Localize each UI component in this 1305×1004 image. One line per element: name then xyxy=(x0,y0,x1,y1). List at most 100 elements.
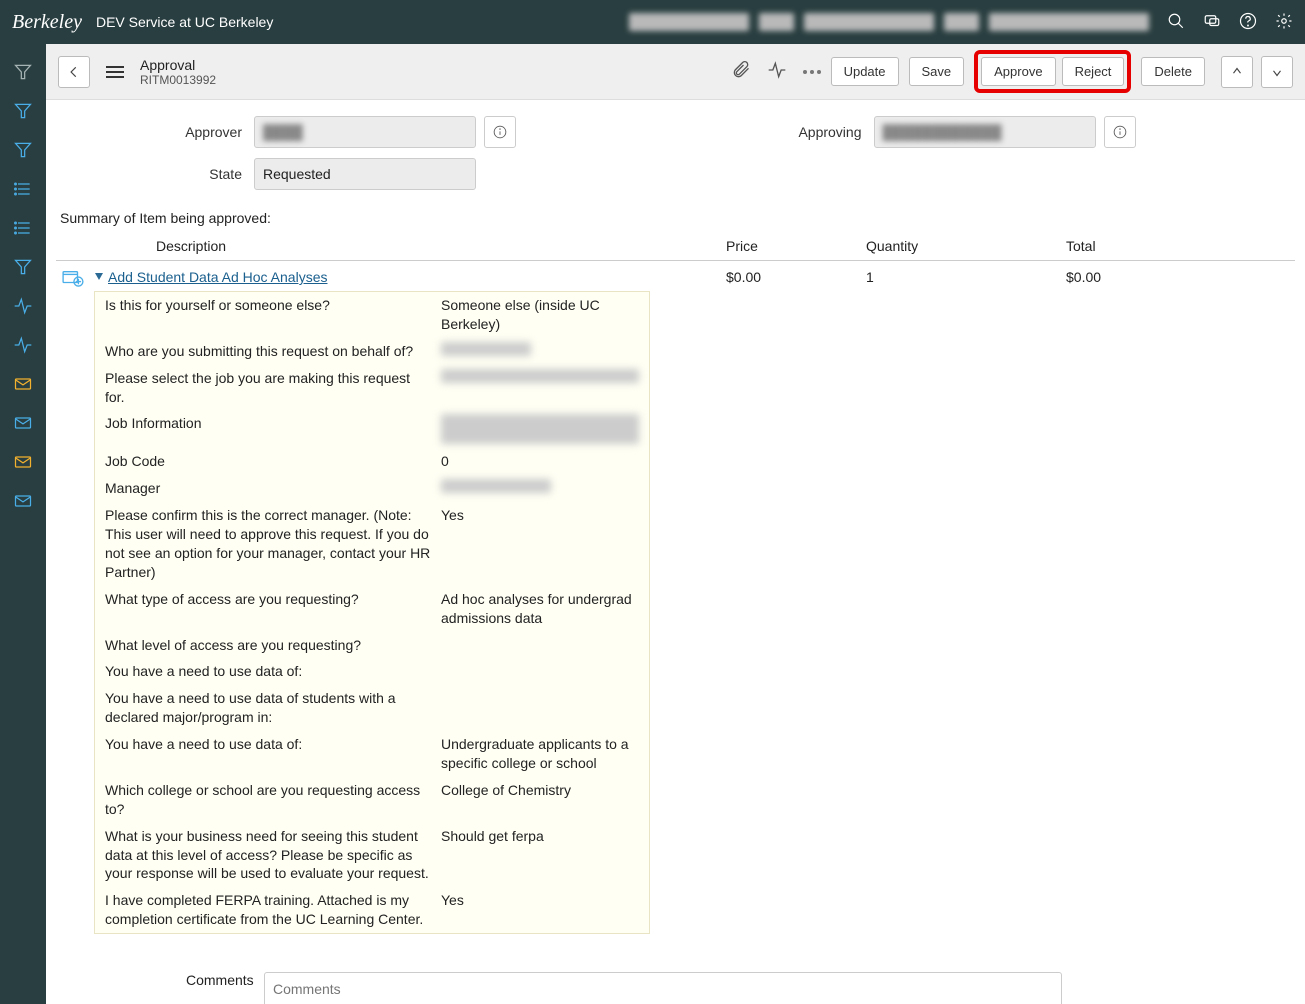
reject-button[interactable]: Reject xyxy=(1062,57,1125,86)
detail-answer xyxy=(441,662,639,681)
top-bar: Berkeley DEV Service at UC Berkeley xyxy=(0,0,1305,44)
page-title: Approval xyxy=(140,57,216,73)
detail-answer: College of Chemistry xyxy=(441,781,639,819)
detail-row: Which college or school are you requesti… xyxy=(95,777,649,823)
detail-answer xyxy=(441,689,639,727)
filter-icon-2[interactable] xyxy=(13,101,33,124)
user-info-redacted xyxy=(629,13,1149,31)
detail-row: I have completed FERPA training. Attache… xyxy=(95,887,649,933)
detail-answer xyxy=(441,369,639,407)
filter-icon-4[interactable] xyxy=(13,257,33,280)
page-header: Approval RITM0013992 Update Save Approve… xyxy=(46,44,1305,100)
row-total: $0.00 xyxy=(1066,269,1295,954)
filter-icon[interactable] xyxy=(13,62,33,85)
col-total: Total xyxy=(1066,238,1295,254)
col-price: Price xyxy=(726,238,866,254)
detail-question: You have a need to use data of: xyxy=(105,735,441,773)
detail-question: Job Code xyxy=(105,452,441,471)
detail-question: You have a need to use data of: xyxy=(105,662,441,681)
approving-info-icon[interactable] xyxy=(1104,116,1136,148)
comments-label: Comments xyxy=(66,972,264,1004)
list-icon[interactable] xyxy=(13,179,33,202)
detail-row: You have a need to use data of: xyxy=(95,658,649,685)
state-label: State xyxy=(56,166,254,182)
row-qty: 1 xyxy=(866,269,1066,954)
detail-answer xyxy=(441,414,639,444)
list-icon-2[interactable] xyxy=(13,218,33,241)
attachment-icon[interactable] xyxy=(731,60,751,83)
detail-answer: Someone else (inside UC Berkeley) xyxy=(441,296,639,334)
detail-row: What level of access are you requesting? xyxy=(95,632,649,659)
detail-row: You have a need to use data of:Undergrad… xyxy=(95,731,649,777)
detail-question: Manager xyxy=(105,479,441,498)
mail-icon-4[interactable] xyxy=(13,491,33,514)
search-icon[interactable] xyxy=(1167,12,1185,33)
approve-button[interactable]: Approve xyxy=(981,57,1055,86)
col-quantity: Quantity xyxy=(866,238,1066,254)
detail-answer: Should get ferpa xyxy=(441,827,639,884)
prev-record-button[interactable] xyxy=(1221,56,1253,88)
service-title: DEV Service at UC Berkeley xyxy=(96,14,273,30)
save-button[interactable]: Save xyxy=(909,57,965,86)
detail-row: What type of access are you requesting?A… xyxy=(95,586,649,632)
logo: Berkeley xyxy=(12,11,82,34)
detail-question: Who are you submitting this request on b… xyxy=(105,342,441,361)
chat-icon[interactable] xyxy=(1203,12,1221,33)
item-link[interactable]: Add Student Data Ad Hoc Analyses xyxy=(108,269,327,285)
detail-row: What is your business need for seeing th… xyxy=(95,823,649,888)
detail-row: Job Information xyxy=(95,410,649,448)
table-row: Add Student Data Ad Hoc Analyses Is this… xyxy=(56,261,1295,954)
detail-row: Please select the job you are making thi… xyxy=(95,365,649,411)
detail-question: Please select the job you are making thi… xyxy=(105,369,441,407)
activity-icon[interactable] xyxy=(13,296,33,319)
detail-question: I have completed FERPA training. Attache… xyxy=(105,891,441,929)
detail-row: Please confirm this is the correct manag… xyxy=(95,502,649,586)
detail-row: Is this for yourself or someone else?Som… xyxy=(95,292,649,338)
detail-row: Manager xyxy=(95,475,649,502)
expand-toggle-icon[interactable] xyxy=(94,269,104,285)
left-sidebar xyxy=(0,44,46,1004)
next-record-button[interactable] xyxy=(1261,56,1293,88)
detail-answer: 0 xyxy=(441,452,639,471)
detail-row: Job Code0 xyxy=(95,448,649,475)
update-button[interactable]: Update xyxy=(831,57,899,86)
main-content: Approval RITM0013992 Update Save Approve… xyxy=(46,44,1305,1004)
comments-input[interactable] xyxy=(264,972,1062,1004)
detail-question: Is this for yourself or someone else? xyxy=(105,296,441,334)
col-description: Description xyxy=(56,238,726,254)
detail-answer xyxy=(441,479,639,498)
help-icon[interactable] xyxy=(1239,12,1257,33)
mail-icon-3[interactable] xyxy=(13,452,33,475)
menu-icon[interactable] xyxy=(100,60,130,84)
mail-icon-2[interactable] xyxy=(13,413,33,436)
detail-answer: Ad hoc analyses for undergrad admissions… xyxy=(441,590,639,628)
detail-question: What level of access are you requesting? xyxy=(105,636,441,655)
detail-question: Which college or school are you requesti… xyxy=(105,781,441,819)
state-field[interactable]: Requested xyxy=(254,158,476,190)
detail-question: What type of access are you requesting? xyxy=(105,590,441,628)
row-price: $0.00 xyxy=(726,269,866,954)
detail-row: You have a need to use data of students … xyxy=(95,685,649,731)
detail-answer: Undergraduate applicants to a specific c… xyxy=(441,735,639,773)
detail-answer xyxy=(441,636,639,655)
approver-field[interactable]: ████ xyxy=(254,116,476,148)
mail-icon[interactable] xyxy=(13,374,33,397)
delete-button[interactable]: Delete xyxy=(1141,57,1205,86)
filter-icon-3[interactable] xyxy=(13,140,33,163)
activity-icon-2[interactable] xyxy=(13,335,33,358)
detail-question: What is your business need for seeing th… xyxy=(105,827,441,884)
detail-question: Please confirm this is the correct manag… xyxy=(105,506,441,582)
approver-info-icon[interactable] xyxy=(484,116,516,148)
approving-label: Approving xyxy=(676,124,874,140)
detail-answer: Yes xyxy=(441,891,639,929)
approver-label: Approver xyxy=(56,124,254,140)
back-button[interactable] xyxy=(58,56,90,88)
detail-answer: Yes xyxy=(441,506,639,582)
more-actions-icon[interactable] xyxy=(803,70,821,74)
approving-field[interactable]: ████████████ xyxy=(874,116,1096,148)
detail-row: Who are you submitting this request on b… xyxy=(95,338,649,365)
detail-answer xyxy=(441,342,639,361)
summary-label: Summary of Item being approved: xyxy=(56,200,1295,232)
activity-stream-icon[interactable] xyxy=(767,60,787,83)
gear-icon[interactable] xyxy=(1275,12,1293,33)
